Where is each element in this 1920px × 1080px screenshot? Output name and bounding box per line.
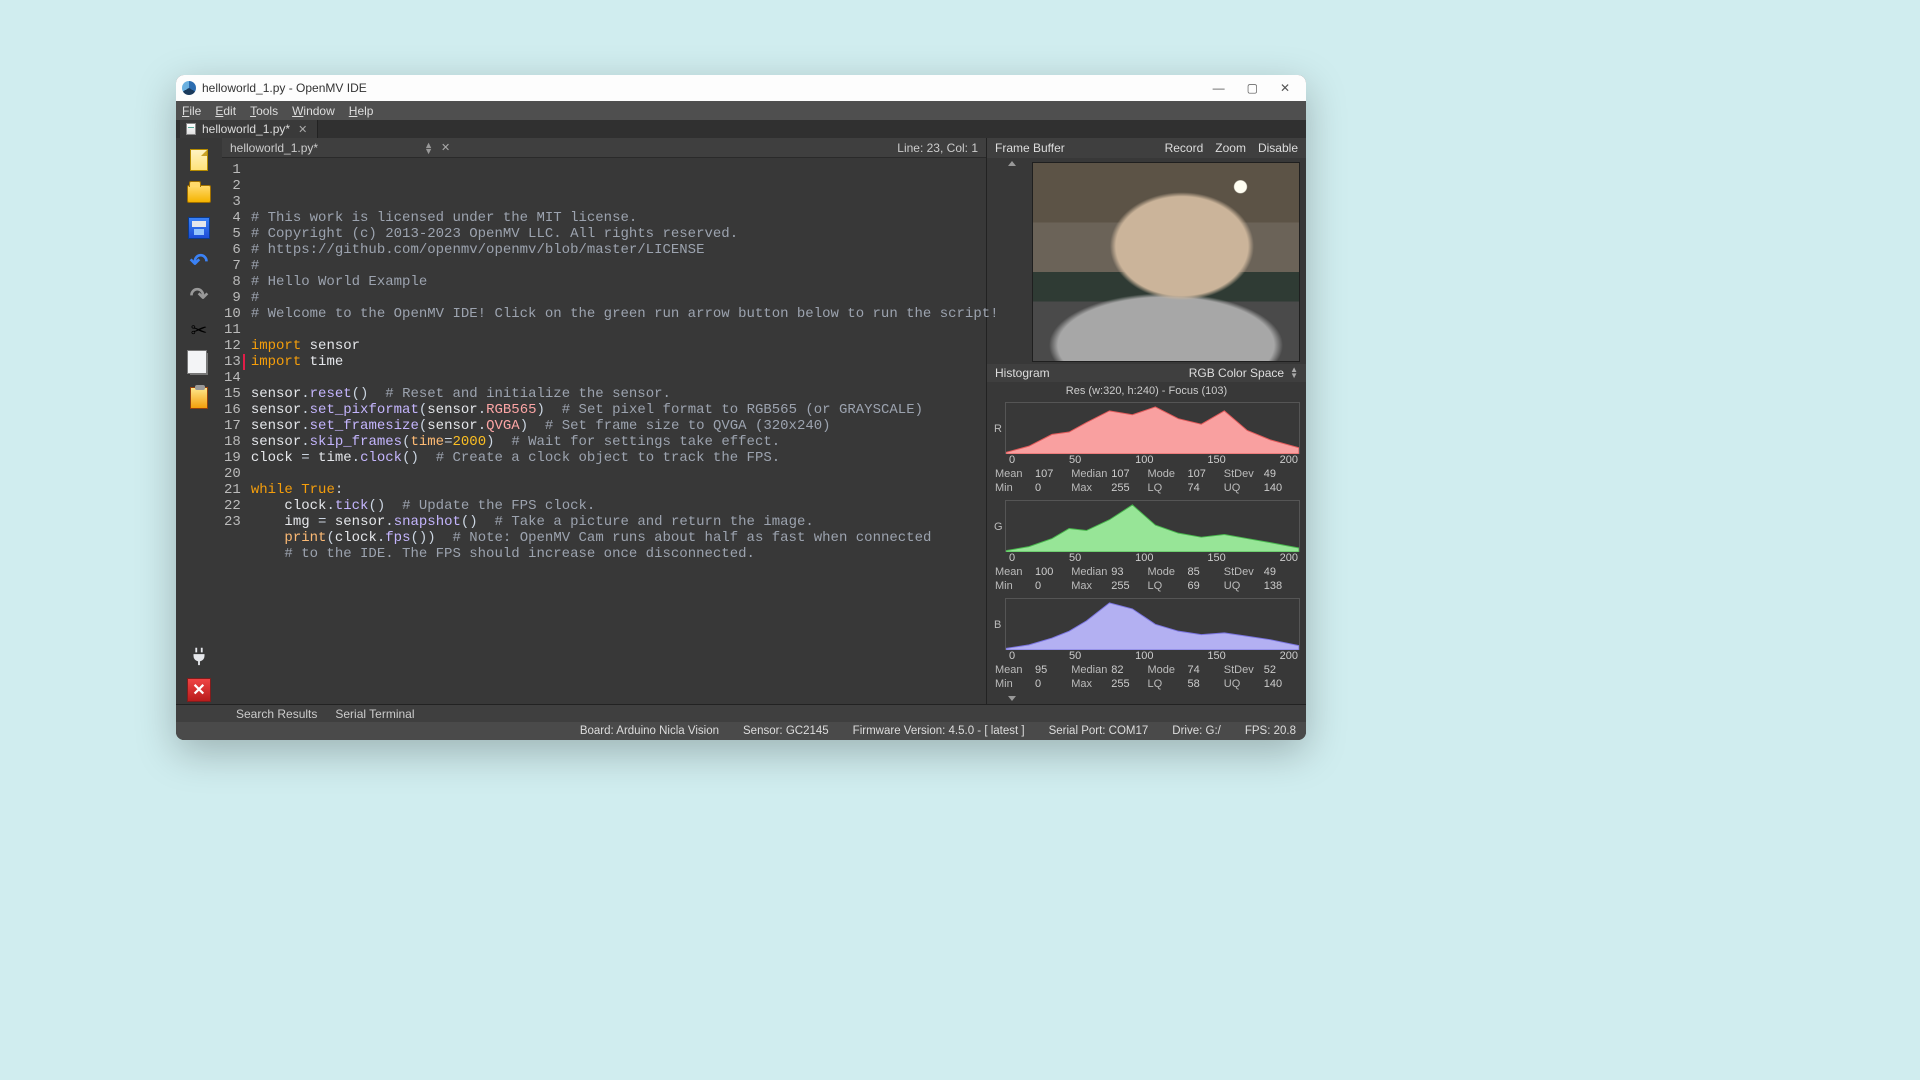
redo-icon: ↷ [190,283,208,309]
bottom-tabs: Search Results Serial Terminal [176,704,1306,722]
colorspace-label: RGB Color Space [1189,366,1284,380]
app-icon [182,81,196,95]
menu-edit[interactable]: Edit [215,104,236,118]
framebuffer-image[interactable] [1032,162,1300,362]
editor-header: helloworld_1.py* ▲▼ ✕ Line: 23, Col: 1 [222,138,986,158]
copy-button[interactable] [184,350,214,378]
right-panel: Frame Buffer Record Zoom Disable Histogr… [986,138,1306,704]
cut-button[interactable]: ✂ [184,316,214,344]
disable-button[interactable]: Disable [1258,141,1298,155]
filetab-row: helloworld_1.py* ✕ [176,120,1306,138]
undo-icon: ↶ [190,249,208,275]
plug-icon [188,645,210,667]
open-folder-icon [187,185,211,203]
histogram-stats-b: Mean95Median82Mode74StDev52Min0Max255LQ5… [995,664,1300,692]
status-drive: Drive: G:/ [1172,725,1221,737]
histogram-header: Histogram RGB Color Space ▲▼ [987,364,1306,382]
menu-tools[interactable]: Tools [250,104,278,118]
app-window: helloworld_1.py - OpenMV IDE — ▢ ✕ File … [176,75,1306,740]
record-button[interactable]: Record [1165,141,1204,155]
updown-icon: ▲▼ [1290,367,1298,379]
updown-icon: ▲▼ [424,142,433,154]
stop-button[interactable]: ✕ [184,676,214,704]
cut-icon: ✂ [191,318,208,343]
document-selector[interactable]: helloworld_1.py* ▲▼ [230,141,433,155]
copy-icon [190,353,208,375]
stop-icon: ✕ [187,678,211,702]
framebuffer-title: Frame Buffer [995,141,1065,155]
left-toolbar: ↶ ↷ ✂ ✕ [176,138,222,704]
tab-serial-terminal[interactable]: Serial Terminal [335,707,414,721]
line-col-indicator: Line: 23, Col: 1 [897,141,978,155]
histogram-chart-g: G [1005,500,1300,552]
change-marker [243,354,245,370]
histogram-stats-g: Mean100Median93Mode85StDev49Min0Max255LQ… [995,566,1300,594]
paste-icon [190,387,208,409]
close-document-icon[interactable]: ✕ [441,141,450,154]
minimize-button[interactable]: — [1213,81,1225,95]
status-sensor: Sensor: GC2145 [743,725,829,737]
code-editor[interactable]: 1234567891011121314151617181920212223 # … [222,158,986,704]
undo-button[interactable]: ↶ [184,248,214,276]
maximize-button[interactable]: ▢ [1247,81,1258,95]
close-button[interactable]: ✕ [1280,81,1290,95]
redo-button[interactable]: ↷ [184,282,214,310]
line-number-gutter: 1234567891011121314151617181920212223 [222,158,245,704]
new-file-button[interactable] [184,146,214,174]
code-content[interactable]: # This work is licensed under the MIT li… [245,158,1005,704]
histogram-resinfo: Res (w:320, h:240) - Focus (103) [987,382,1306,400]
histogram-chart-r: R [1005,402,1300,454]
save-button[interactable] [184,214,214,242]
framebuffer-header: Frame Buffer Record Zoom Disable [987,138,1306,158]
menu-window[interactable]: Window [292,104,335,118]
menubar: File Edit Tools Window Help [176,101,1306,120]
histogram-stats-r: Mean107Median107Mode107StDev49Min0Max255… [995,468,1300,496]
zoom-button[interactable]: Zoom [1215,141,1246,155]
menu-file[interactable]: File [182,104,201,118]
tab-search-results[interactable]: Search Results [236,707,317,721]
document-icon [186,123,196,135]
file-tab-name: helloworld_1.py* [202,122,290,136]
file-tab[interactable]: helloworld_1.py* ✕ [180,120,318,138]
menu-help[interactable]: Help [349,104,374,118]
open-button[interactable] [184,180,214,208]
close-tab-icon[interactable]: ✕ [298,123,307,136]
connect-button[interactable] [184,642,214,670]
document-name: helloworld_1.py* [230,141,318,155]
status-firmware: Firmware Version: 4.5.0 - [ latest ] [853,725,1025,737]
window-title: helloworld_1.py - OpenMV IDE [202,81,367,95]
histogram-container: R050100150200Mean107Median107Mode107StDe… [987,400,1306,694]
save-icon [188,217,210,239]
status-board: Board: Arduino Nicla Vision [580,725,719,737]
editor-panel: helloworld_1.py* ▲▼ ✕ Line: 23, Col: 1 1… [222,138,986,704]
colorspace-selector[interactable]: RGB Color Space ▲▼ [1189,366,1298,380]
titlebar: helloworld_1.py - OpenMV IDE — ▢ ✕ [176,75,1306,101]
statusbar: Board: Arduino Nicla Vision Sensor: GC21… [176,722,1306,740]
histogram-chart-b: B [1005,598,1300,650]
new-file-icon [190,149,208,171]
status-serial: Serial Port: COM17 [1049,725,1149,737]
paste-button[interactable] [184,384,214,412]
status-fps: FPS: 20.8 [1245,725,1296,737]
